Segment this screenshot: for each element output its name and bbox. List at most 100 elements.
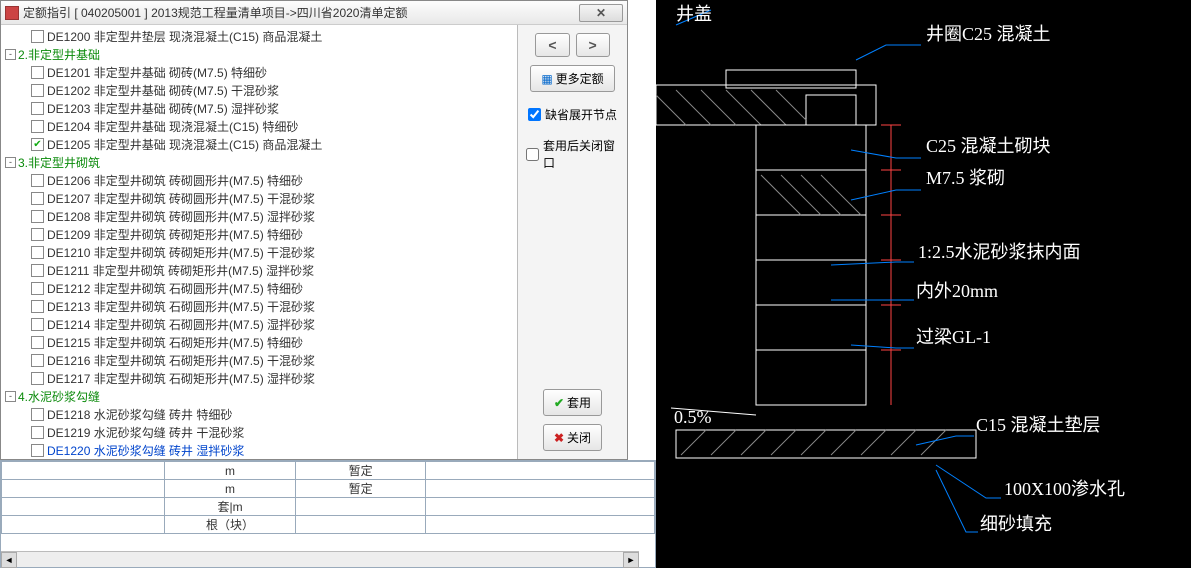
tree-item[interactable]: DE1215 非定型井砌筑 石砌矩形井(M7.5) 特细砂 (5, 333, 513, 351)
table-cell[interactable] (426, 462, 655, 480)
close-after-checkbox-row[interactable]: 套用后关闭窗口 (526, 137, 619, 171)
tree-item[interactable]: DE1207 非定型井砌筑 砖砌圆形井(M7.5) 干混砂浆 (5, 189, 513, 207)
tree-item[interactable]: DE1212 非定型井砌筑 石砌圆形井(M7.5) 特细砂 (5, 279, 513, 297)
tree-item[interactable]: DE1202 非定型井基础 砌砖(M7.5) 干混砂浆 (5, 81, 513, 99)
table-cell[interactable] (2, 516, 165, 534)
tree-item[interactable]: DE1213 非定型井砌筑 石砌圆形井(M7.5) 干混砂浆 (5, 297, 513, 315)
item-checkbox[interactable] (31, 30, 44, 43)
tree-item[interactable]: DE1214 非定型井砌筑 石砌圆形井(M7.5) 湿拌砂浆 (5, 315, 513, 333)
tree-item[interactable]: DE1203 非定型井基础 砌砖(M7.5) 湿拌砂浆 (5, 99, 513, 117)
item-checkbox[interactable] (31, 336, 44, 349)
close-dialog-button[interactable]: ✖关闭 (543, 424, 602, 451)
item-label: DE1204 非定型井基础 现浇混凝土(C15) 特细砂 (47, 118, 298, 135)
tree-item[interactable]: DE1217 非定型井砌筑 石砌矩形井(M7.5) 湿拌砂浆 (5, 369, 513, 387)
table-cell[interactable]: m (165, 480, 296, 498)
tree-group[interactable]: -2.非定型井基础 (5, 45, 513, 63)
cad-annotation: 过梁GL-1 (916, 327, 991, 347)
item-checkbox[interactable] (31, 246, 44, 259)
item-checkbox[interactable] (31, 408, 44, 421)
item-checkbox[interactable] (31, 372, 44, 385)
table-row[interactable]: 根（块） (2, 516, 655, 534)
tree-item[interactable]: DE1205 非定型井基础 现浇混凝土(C15) 商品混凝土 (5, 135, 513, 153)
item-label: DE1213 非定型井砌筑 石砌圆形井(M7.5) 干混砂浆 (47, 298, 315, 315)
expand-checkbox-row[interactable]: 缺省展开节点 (528, 106, 617, 123)
table-cell[interactable]: 暂定 (295, 480, 426, 498)
next-button[interactable]: > (576, 33, 610, 57)
close-button[interactable]: ✕ (579, 4, 623, 22)
tree-item[interactable]: DE1211 非定型井砌筑 砖砌矩形井(M7.5) 湿拌砂浆 (5, 261, 513, 279)
tree-item[interactable]: DE1209 非定型井砌筑 砖砌矩形井(M7.5) 特细砂 (5, 225, 513, 243)
table-cell[interactable] (295, 516, 426, 534)
expand-checkbox[interactable] (528, 108, 541, 121)
table-cell[interactable] (426, 480, 655, 498)
toggle-icon[interactable]: - (5, 157, 16, 168)
table-cell[interactable] (295, 498, 426, 516)
table-cell[interactable] (2, 498, 165, 516)
table-row[interactable]: m暂定 (2, 480, 655, 498)
table-row[interactable]: m暂定 (2, 462, 655, 480)
item-checkbox[interactable] (31, 192, 44, 205)
more-quota-button[interactable]: ▦更多定额 (530, 65, 614, 92)
item-label: DE1219 水泥砂浆勾缝 砖井 干混砂浆 (47, 424, 244, 441)
item-label: DE1203 非定型井基础 砌砖(M7.5) 湿拌砂浆 (47, 100, 279, 117)
table-cell[interactable] (2, 462, 165, 480)
tree-item[interactable]: DE1201 非定型井基础 砌砖(M7.5) 特细砂 (5, 63, 513, 81)
scroll-right-icon[interactable]: ► (623, 552, 639, 568)
more-quota-label: 更多定额 (556, 70, 604, 87)
item-checkbox[interactable] (31, 264, 44, 277)
tree-item[interactable]: DE1218 水泥砂浆勾缝 砖井 特细砂 (5, 405, 513, 423)
tree-item[interactable]: DE1210 非定型井砌筑 砖砌矩形井(M7.5) 干混砂浆 (5, 243, 513, 261)
side-panel: < > ▦更多定额 缺省展开节点 套用后关闭窗口 ✔套用 ✖关闭 (517, 25, 627, 459)
scroll-track[interactable] (17, 552, 623, 568)
apply-button[interactable]: ✔套用 (543, 389, 602, 416)
tree-item[interactable]: DE1208 非定型井砌筑 砖砌圆形井(M7.5) 湿拌砂浆 (5, 207, 513, 225)
item-checkbox[interactable] (31, 84, 44, 97)
item-checkbox[interactable] (31, 354, 44, 367)
item-label: DE1207 非定型井砌筑 砖砌圆形井(M7.5) 干混砂浆 (47, 190, 315, 207)
grid-table[interactable]: m暂定m暂定套|m根（块） (1, 461, 655, 534)
table-cell[interactable]: 暂定 (295, 462, 426, 480)
item-label: DE1209 非定型井砌筑 砖砌矩形井(M7.5) 特细砂 (47, 226, 303, 243)
tree-item[interactable]: DE1200 非定型井垫层 现浇混凝土(C15) 商品混凝土 (5, 27, 513, 45)
toggle-icon[interactable]: - (5, 391, 16, 402)
close-after-checkbox[interactable] (526, 148, 539, 161)
item-checkbox[interactable] (31, 318, 44, 331)
tree-item[interactable]: DE1206 非定型井砌筑 砖砌圆形井(M7.5) 特细砂 (5, 171, 513, 189)
table-cell[interactable] (2, 480, 165, 498)
item-checkbox[interactable] (31, 228, 44, 241)
item-checkbox[interactable] (31, 300, 44, 313)
item-checkbox[interactable] (31, 444, 44, 457)
toggle-icon[interactable]: - (5, 49, 16, 60)
item-checkbox[interactable] (31, 426, 44, 439)
table-cell[interactable] (426, 498, 655, 516)
tree-item[interactable]: DE1216 非定型井砌筑 石砌矩形井(M7.5) 干混砂浆 (5, 351, 513, 369)
table-cell[interactable]: m (165, 462, 296, 480)
table-cell[interactable] (426, 516, 655, 534)
tree-item[interactable]: DE1219 水泥砂浆勾缝 砖井 干混砂浆 (5, 423, 513, 441)
table-row[interactable]: 套|m (2, 498, 655, 516)
item-checkbox[interactable] (31, 210, 44, 223)
item-checkbox[interactable] (31, 174, 44, 187)
apply-label: 套用 (567, 394, 591, 411)
scroll-left-icon[interactable]: ◄ (1, 552, 17, 568)
tree-item[interactable]: DE1204 非定型井基础 现浇混凝土(C15) 特细砂 (5, 117, 513, 135)
item-label: 4.水泥砂浆勾缝 (18, 388, 100, 405)
prev-button[interactable]: < (535, 33, 569, 57)
item-checkbox[interactable] (31, 102, 44, 115)
item-checkbox[interactable] (31, 282, 44, 295)
cad-annotation: C25 混凝土砌块 (926, 136, 1051, 156)
horizontal-scrollbar[interactable]: ◄ ► (1, 551, 639, 567)
tree-pane[interactable]: DE1200 非定型井垫层 现浇混凝土(C15) 商品混凝土-2.非定型井基础D… (1, 25, 517, 459)
quota-dialog: 定额指引 [ 040205001 ] 2013规范工程量清单项目->四川省202… (0, 0, 628, 460)
item-label: DE1208 非定型井砌筑 砖砌圆形井(M7.5) 湿拌砂浆 (47, 208, 315, 225)
table-cell[interactable]: 套|m (165, 498, 296, 516)
item-checkbox[interactable] (31, 120, 44, 133)
tree-item[interactable]: DE1220 水泥砂浆勾缝 砖井 湿拌砂浆 (5, 441, 513, 459)
cad-viewport[interactable]: 井盖井圈C25 混凝土C25 混凝土砌块M7.5 浆砌1:2.5水泥砂浆抹内面内… (656, 0, 1191, 568)
tree-group[interactable]: -4.水泥砂浆勾缝 (5, 387, 513, 405)
item-checkbox[interactable] (31, 66, 44, 79)
table-cell[interactable]: 根（块） (165, 516, 296, 534)
cad-annotation: 细砂填充 (980, 514, 1052, 534)
tree-group[interactable]: -3.非定型井砌筑 (5, 153, 513, 171)
item-checkbox[interactable] (31, 138, 44, 151)
